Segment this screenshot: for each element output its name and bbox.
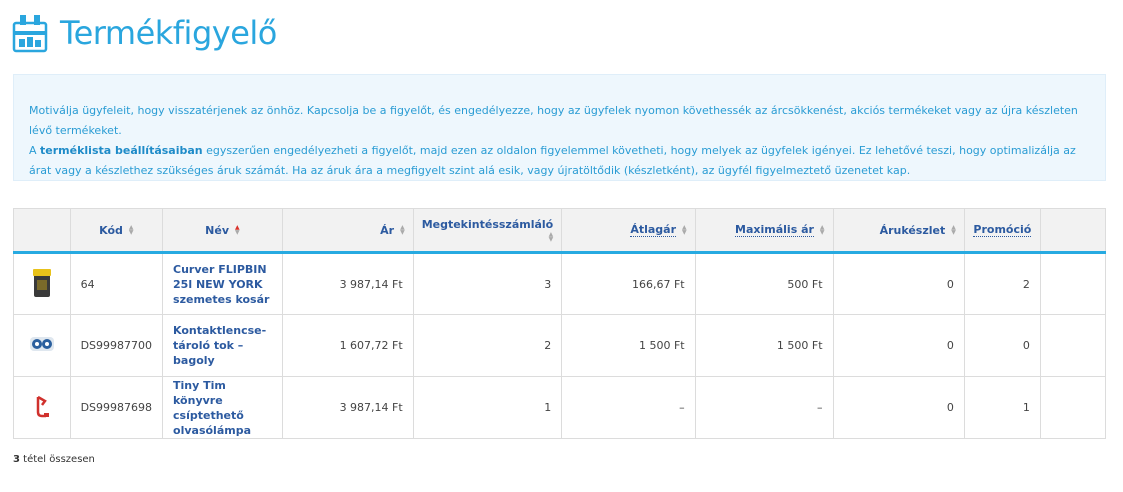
settings-link[interactable]: terméklista beállításaiban: [40, 144, 203, 157]
items-total: 3 tétel összesen: [13, 454, 95, 465]
product-image-cell: [13, 376, 71, 439]
col-image-header: [13, 208, 71, 254]
col-name-header[interactable]: Név ▲ ▼: [162, 208, 283, 254]
product-avg-price: –: [561, 376, 696, 439]
product-link[interactable]: Tiny Tim könyvre csíptethető olvasólámpa: [173, 378, 272, 438]
sort-icon: ▲ ▼: [128, 224, 134, 236]
product-max-price: 1 500 Ft: [694, 314, 834, 377]
col-stock-label: Árukészlet: [879, 223, 946, 237]
col-avgprice-label: Átlagár: [630, 223, 676, 237]
col-views-header[interactable]: Megtekintésszámláló ▲ ▼: [412, 208, 563, 254]
info-text-line2: A terméklista beállításaiban egyszerűen …: [29, 141, 1090, 181]
product-views: 1: [412, 376, 563, 439]
product-image-cell: [13, 252, 71, 315]
sort-icon: ▲ ▼: [548, 231, 554, 243]
product-link[interactable]: Kontaktlencse-tároló tok – bagoly: [173, 323, 272, 368]
table-row[interactable]: DS99987700 Kontaktlencse-tároló tok – ba…: [13, 314, 1107, 377]
col-stock-header[interactable]: Árukészlet ▲ ▼: [832, 208, 965, 254]
product-price: 3 987,14 Ft: [281, 376, 414, 439]
product-link[interactable]: Curver FLIPBIN 25l NEW YORK szemetes kos…: [173, 262, 272, 307]
clip-lamp-icon: [36, 395, 49, 418]
sort-active-icon: ▲ ▼: [235, 224, 240, 236]
product-watch-table: Kód ▲ ▼ Név ▲ ▼ Ár ▲ ▼ Megtekintésszámláló …: [13, 208, 1107, 439]
product-max-price: –: [694, 376, 834, 439]
row-actions: [1039, 252, 1107, 315]
items-count: 3: [13, 454, 20, 465]
product-avg-price: 166,67 Ft: [561, 252, 696, 315]
sort-icon: ▲ ▼: [951, 224, 956, 236]
product-image-cell: [13, 314, 71, 377]
row-actions: [1039, 314, 1107, 377]
col-promo-label: Promóció: [973, 223, 1032, 237]
info-text-line1: Motiválja ügyfeleit, hogy visszatérjenek…: [29, 104, 1078, 137]
col-name-label: Név: [205, 223, 230, 237]
col-price-label: Ár: [380, 223, 395, 237]
product-code: 64: [69, 252, 164, 315]
table-header-row: Kód ▲ ▼ Név ▲ ▼ Ár ▲ ▼ Megtekintésszámláló …: [13, 208, 1107, 254]
col-maxprice-label: Maximális ár: [735, 223, 814, 237]
product-views: 2: [412, 314, 563, 377]
col-price-header[interactable]: Ár ▲ ▼: [281, 208, 414, 254]
col-actions-header: [1039, 208, 1107, 254]
table-row[interactable]: 64 Curver FLIPBIN 25l NEW YORK szemetes …: [13, 252, 1107, 315]
sort-icon: ▲ ▼: [682, 224, 687, 236]
product-name-cell: Curver FLIPBIN 25l NEW YORK szemetes kos…: [162, 252, 283, 315]
product-price: 3 987,14 Ft: [281, 252, 414, 315]
product-promo: 0: [963, 314, 1041, 377]
sort-icon: ▲ ▼: [400, 224, 405, 236]
table-row[interactable]: DS99987698 Tiny Tim könyvre csíptethető …: [13, 376, 1107, 439]
product-price: 1 607,72 Ft: [281, 314, 414, 377]
col-promo-header[interactable]: Promóció: [963, 208, 1041, 254]
product-promo: 1: [963, 376, 1041, 439]
product-stock: 0: [832, 314, 965, 377]
product-watch-icon: [12, 15, 48, 53]
product-name-cell: Kontaktlencse-tároló tok – bagoly: [162, 314, 283, 377]
col-avgprice-header[interactable]: Átlagár ▲ ▼: [561, 208, 696, 254]
row-actions: [1039, 376, 1107, 439]
product-code: DS99987700: [69, 314, 164, 377]
info-text-prefix: A: [29, 144, 41, 157]
product-stock: 0: [832, 252, 965, 315]
col-code-header[interactable]: Kód ▲ ▼: [69, 208, 164, 254]
items-label: tétel összesen: [19, 454, 95, 465]
col-views-label: Megtekintésszámláló: [421, 218, 554, 231]
product-avg-price: 1 500 Ft: [561, 314, 696, 377]
page-header: Termékfigyelő: [12, 8, 277, 58]
info-box: Motiválja ügyfeleit, hogy visszatérjenek…: [13, 74, 1106, 181]
product-code: DS99987698: [69, 376, 164, 439]
product-max-price: 500 Ft: [694, 252, 834, 315]
sort-icon: ▲ ▼: [819, 224, 825, 236]
product-name-cell: Tiny Tim könyvre csíptethető olvasólámpa: [162, 376, 283, 439]
product-stock: 0: [832, 376, 965, 439]
col-code-label: Kód: [99, 223, 123, 237]
product-views: 3: [412, 252, 563, 315]
trash-bin-icon: [32, 268, 51, 297]
owl-lens-case-icon: [29, 337, 54, 351]
page-title: Termékfigyelő: [60, 14, 277, 52]
col-maxprice-header[interactable]: Maximális ár ▲ ▼: [694, 208, 834, 254]
product-promo: 2: [963, 252, 1041, 315]
